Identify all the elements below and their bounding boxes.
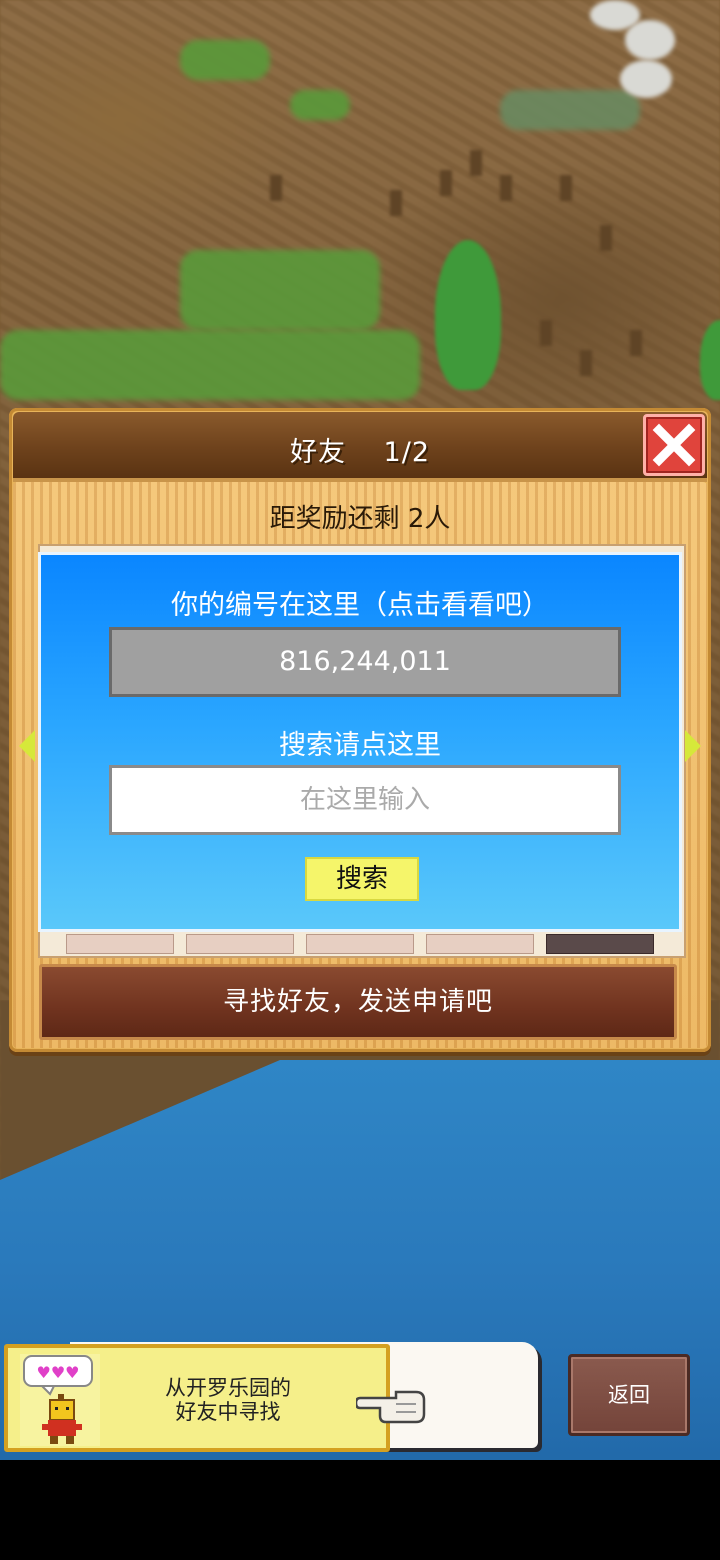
pointing-hand-icon [356, 1390, 426, 1424]
arrow-left-icon[interactable] [19, 730, 35, 762]
tab-hidden[interactable] [186, 934, 294, 954]
tab-hidden[interactable] [66, 934, 174, 954]
map-fence-post [470, 150, 482, 176]
kairo-park-friends-text: 从开罗乐园的 好友中寻找 [138, 1376, 318, 1424]
svg-text:♥♥♥: ♥♥♥ [36, 1363, 79, 1382]
map-rock [620, 60, 672, 98]
kairo-text-line1: 从开罗乐园的 [165, 1376, 291, 1400]
map-grass-patch [180, 40, 270, 80]
friend-id-search-panel: 你的编号在这里（点击看看吧） 816,244,011 搜索请点这里 搜索 [38, 552, 682, 932]
navigation-bar-area [0, 1460, 720, 1560]
map-fence-post [560, 175, 572, 201]
map-grass-patch [290, 90, 350, 120]
reward-remaining-text: 距奖励还剩 2人 [269, 504, 451, 534]
tab-hidden[interactable] [306, 934, 414, 954]
map-fence-post [600, 225, 612, 251]
tab-hidden[interactable] [546, 934, 654, 954]
close-button[interactable] [643, 414, 705, 476]
map-fence-post [440, 170, 452, 196]
map-grass-patch [500, 90, 640, 130]
search-label: 搜索请点这里 [279, 730, 441, 761]
my-id-value[interactable]: 816,244,011 [109, 627, 621, 697]
map-grass-patch [180, 250, 380, 330]
map-grass-patch [0, 330, 420, 400]
close-icon [652, 423, 696, 467]
map-fence-post [580, 350, 592, 376]
dialog-title: 好友 1/2 [289, 437, 431, 468]
map-tree [435, 240, 501, 390]
find-friends-button[interactable]: 寻找好友，发送申请吧 [39, 964, 677, 1040]
map-fence-post [270, 175, 282, 201]
map-fence-post [540, 320, 552, 346]
map-fence-post [630, 330, 642, 356]
arrow-right-icon[interactable] [685, 730, 701, 762]
map-rock [625, 20, 675, 60]
search-button[interactable]: 搜索 [305, 857, 419, 901]
tab-hidden[interactable] [426, 934, 534, 954]
dialog-header: 好友 1/2 [13, 412, 707, 482]
map-fence-post [390, 190, 402, 216]
kairo-park-friends-button[interactable]: ♥♥♥ 从开罗乐园的 好友中寻找 [4, 1344, 390, 1452]
my-id-label[interactable]: 你的编号在这里（点击看看吧） [41, 583, 679, 622]
back-button[interactable]: 返回 [568, 1354, 690, 1436]
friend-id-search-input[interactable] [109, 765, 621, 835]
map-fence-post [500, 175, 512, 201]
kairo-text-line2: 好友中寻找 [175, 1400, 281, 1424]
mascot-icon: ♥♥♥ [20, 1354, 100, 1446]
